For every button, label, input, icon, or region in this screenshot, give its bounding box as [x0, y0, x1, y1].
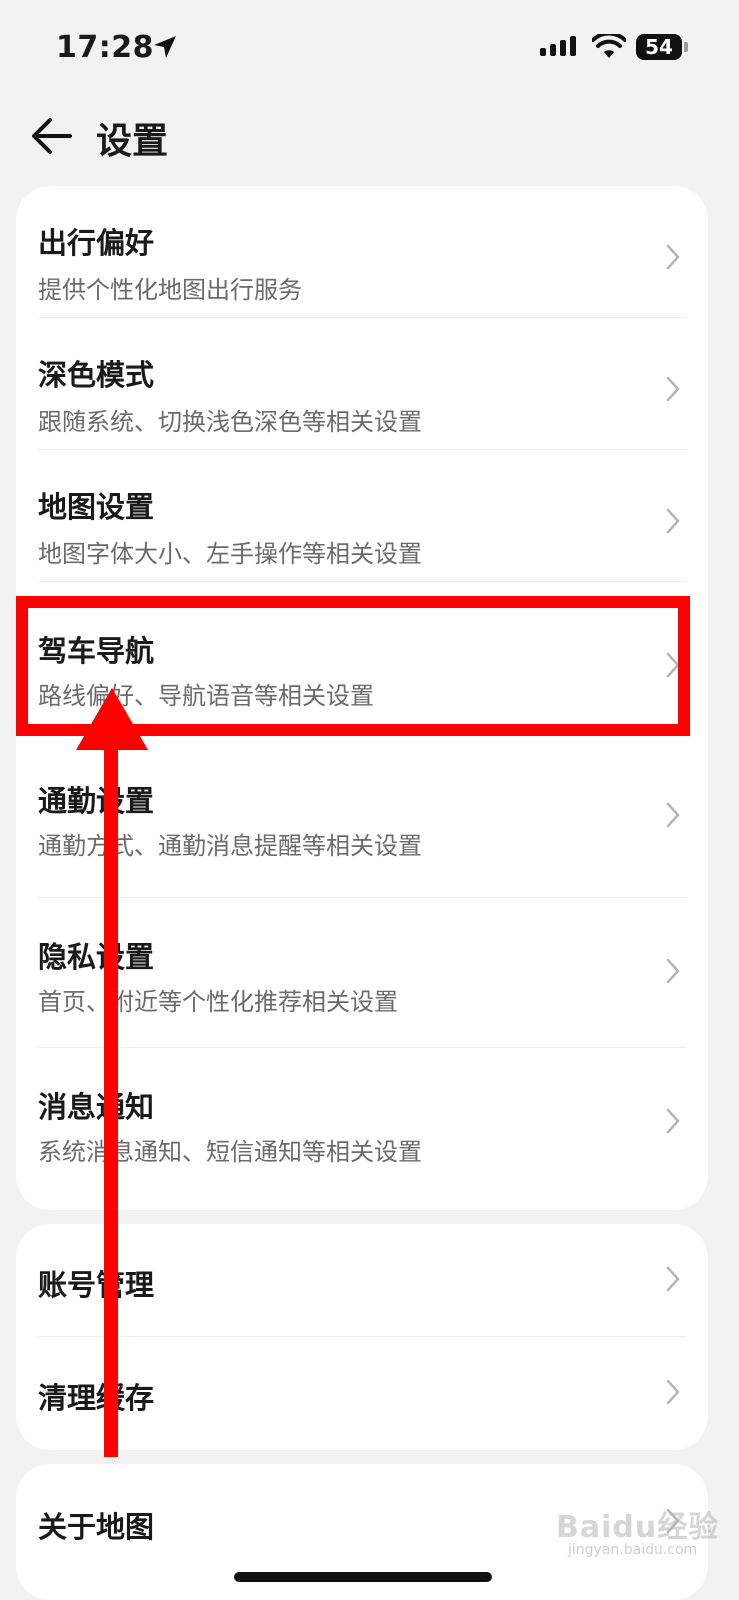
- chevron-right-icon: [666, 244, 680, 270]
- cellular-signal-icon: [540, 36, 576, 56]
- chevron-right-icon: [666, 802, 680, 828]
- battery-tip: [684, 42, 688, 52]
- item-title: 地图设置: [38, 490, 155, 524]
- item-subtitle: 首页、附近等个性化推荐相关设置: [38, 988, 398, 1016]
- location-arrow-icon: [154, 36, 176, 58]
- item-title: 关于地图: [38, 1510, 155, 1544]
- item-title: 出行偏好: [38, 226, 155, 260]
- item-title: 消息通知: [38, 1090, 155, 1124]
- chevron-right-icon: [666, 508, 680, 534]
- item-title: 深色模式: [38, 358, 155, 392]
- settings-item-clear-cache[interactable]: 清理缓存: [16, 1337, 708, 1450]
- item-subtitle: 通勤方式、通勤消息提醒等相关设置: [38, 832, 422, 860]
- wifi-icon: [592, 34, 626, 58]
- up-arrow-icon: [76, 688, 148, 750]
- chevron-right-icon: [666, 1266, 680, 1292]
- page-title: 设置: [96, 121, 169, 162]
- settings-item-message-notifications[interactable]: 消息通知 系统消息通知、短信通知等相关设置: [16, 1048, 708, 1178]
- settings-group-account: 账号管理 清理缓存: [16, 1224, 708, 1450]
- battery-indicator: 54: [636, 34, 682, 60]
- settings-item-commute-settings[interactable]: 通勤设置 通勤方式、通勤消息提醒等相关设置: [16, 750, 708, 898]
- chevron-right-icon: [666, 376, 680, 402]
- chevron-right-icon: [666, 1379, 680, 1405]
- item-title: 隐私设置: [38, 940, 155, 974]
- item-subtitle: 跟随系统、切换浅色深色等相关设置: [38, 408, 422, 436]
- home-indicator[interactable]: [234, 1572, 492, 1582]
- status-bar: 17:28 54: [0, 0, 739, 96]
- watermark-logo: Baidu经验: [556, 1510, 720, 1545]
- item-title: 账号管理: [38, 1268, 155, 1302]
- item-title: 清理缓存: [38, 1381, 155, 1415]
- item-title: 驾车导航: [38, 634, 155, 668]
- item-subtitle: 提供个性化地图出行服务: [38, 276, 302, 304]
- settings-item-map-settings[interactable]: 地图设置 地图字体大小、左手操作等相关设置: [16, 450, 708, 582]
- item-subtitle: 系统消息通知、短信通知等相关设置: [38, 1138, 422, 1166]
- settings-item-account-management[interactable]: 账号管理: [16, 1224, 708, 1337]
- status-time: 17:28: [56, 30, 154, 65]
- chevron-right-icon: [666, 958, 680, 984]
- annotation-arrow-shaft: [104, 745, 118, 1457]
- watermark-url: jingyan.baidu.com: [568, 1542, 698, 1558]
- chevron-right-icon: [666, 1108, 680, 1134]
- item-title: 通勤设置: [38, 784, 155, 818]
- settings-item-privacy-settings[interactable]: 隐私设置 首页、附近等个性化推荐相关设置: [16, 898, 708, 1048]
- settings-item-travel-preference[interactable]: 出行偏好 提供个性化地图出行服务: [16, 186, 708, 318]
- item-subtitle: 地图字体大小、左手操作等相关设置: [38, 540, 422, 568]
- chevron-right-icon: [666, 652, 680, 678]
- settings-item-dark-mode[interactable]: 深色模式 跟随系统、切换浅色深色等相关设置: [16, 318, 708, 450]
- back-arrow-icon[interactable]: [30, 114, 74, 158]
